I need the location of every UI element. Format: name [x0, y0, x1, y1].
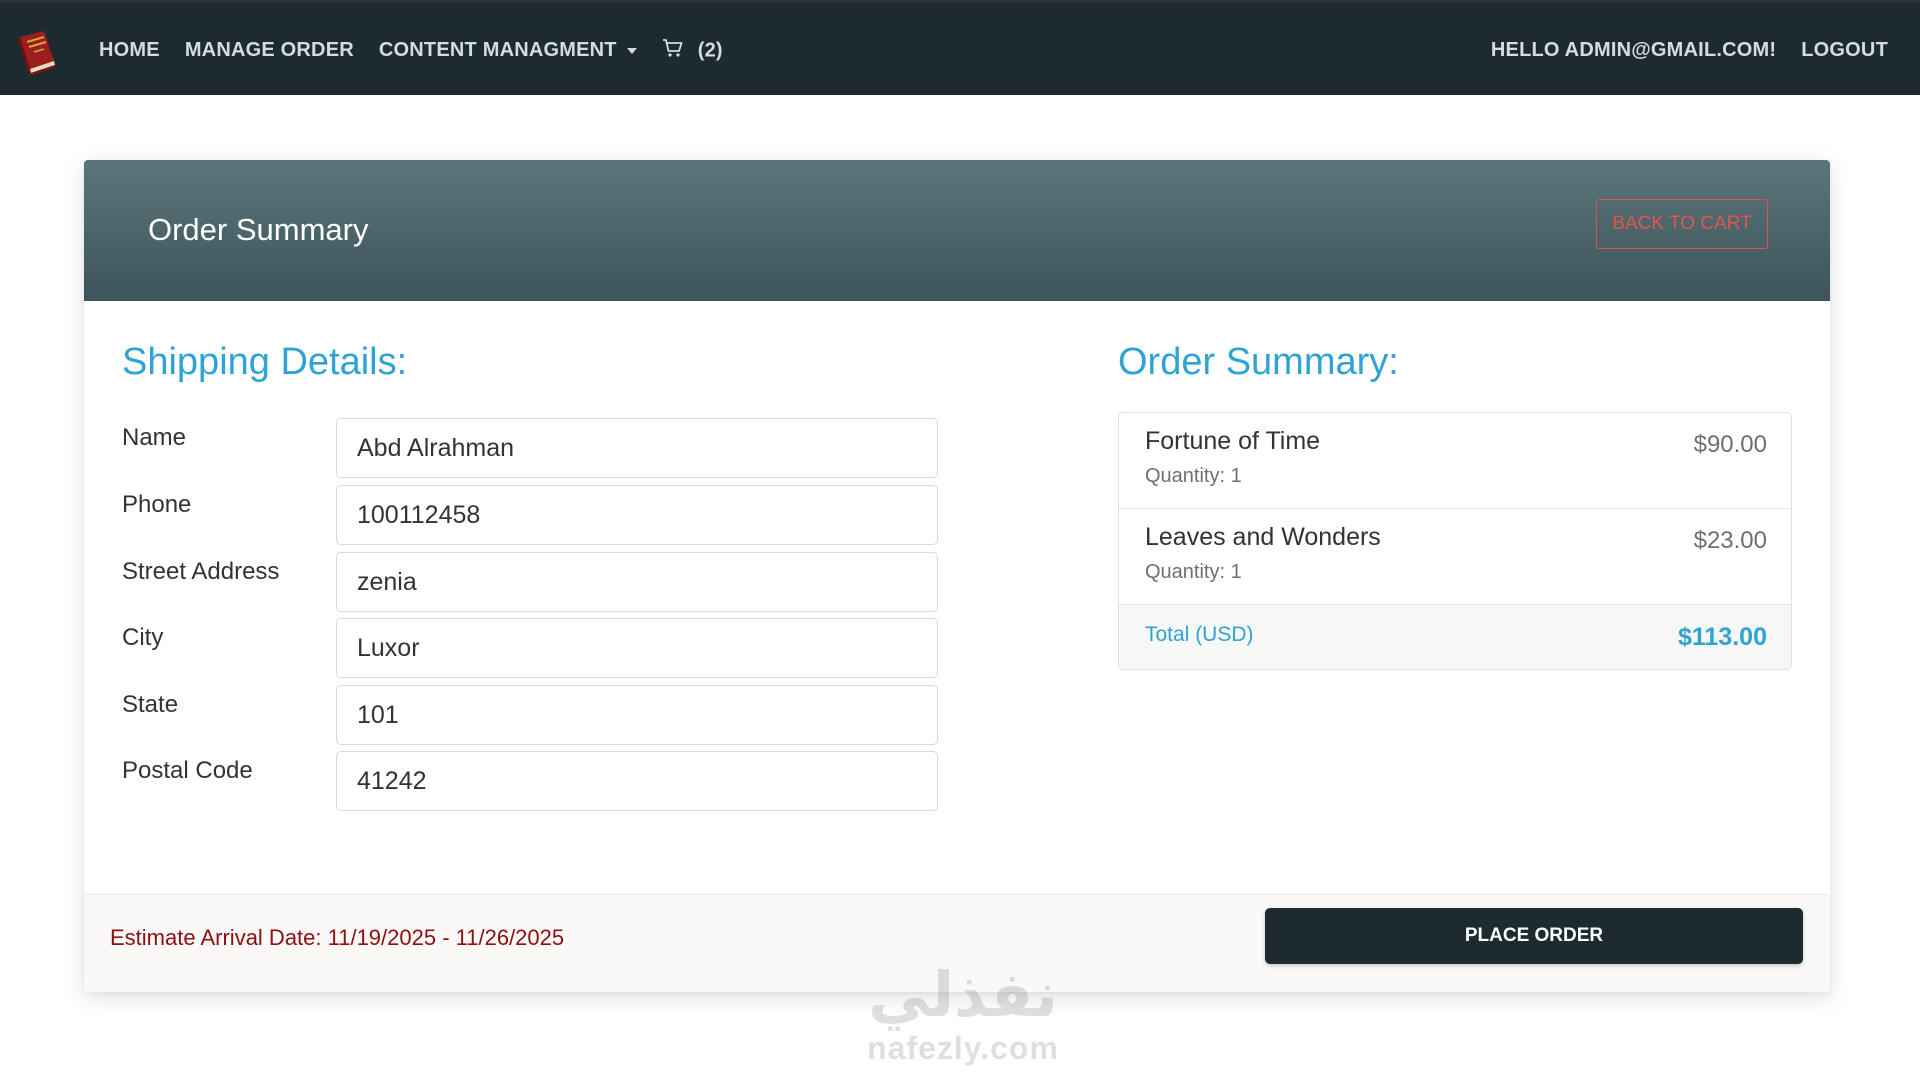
estimated-arrival-text: Estimate Arrival Date: 11/19/2025 - 11/2…: [110, 925, 565, 950]
content-management-label: CONTENT MANAGMENT: [378, 39, 617, 61]
watermark-arabic: نفذلي: [868, 961, 1058, 1030]
item-price: $90.00: [1693, 431, 1767, 458]
cart-icon: [662, 38, 684, 64]
street-address-input[interactable]: [336, 552, 938, 612]
state-label: State: [122, 691, 179, 718]
postal-code-label: Postal Code: [122, 757, 253, 784]
nav-manage-order-link[interactable]: MANAGE ORDER: [185, 39, 354, 62]
city-label: City: [122, 624, 164, 651]
phone-input[interactable]: [336, 485, 938, 545]
item-quantity: Quantity: 1: [1145, 465, 1242, 487]
item-name: Fortune of Time: [1145, 427, 1321, 455]
phone-label: Phone: [122, 491, 192, 518]
shipping-details-heading: Shipping Details:: [122, 341, 408, 383]
card-title: Order Summary: [148, 212, 369, 247]
nav-cart-link[interactable]: (2): [662, 38, 723, 64]
user-greeting[interactable]: HELLO ADMIN@GMAIL.COM!: [1491, 39, 1776, 62]
item-name: Leaves and Wonders: [1145, 523, 1381, 551]
list-item: Leaves and Wonders Quantity: 1 $23.00: [1119, 509, 1791, 605]
summary-total-row: Total (USD) $113.00: [1119, 605, 1791, 669]
state-input[interactable]: [336, 685, 938, 745]
cart-count: (2): [697, 38, 723, 61]
book-logo-icon[interactable]: [14, 27, 60, 77]
form-row-name: Name: [122, 418, 942, 478]
total-value: $113.00: [1678, 623, 1767, 651]
list-item: Fortune of Time Quantity: 1 $90.00: [1119, 413, 1791, 509]
name-label: Name: [122, 424, 187, 451]
item-price: $23.00: [1693, 527, 1767, 554]
form-row-state: State: [122, 685, 942, 745]
form-row-street: Street Address: [122, 552, 942, 612]
watermark-latin: nafezly.com: [867, 1030, 1059, 1066]
top-navbar: HOME MANAGE ORDER CONTENT MANAGMENT (2) …: [0, 0, 1920, 95]
logout-link[interactable]: LOGOUT: [1801, 39, 1888, 62]
watermark-logo: نفذلي nafezly.com: [838, 958, 1088, 1072]
form-row-postal: Postal Code: [122, 751, 942, 811]
card-header: Order Summary BACK TO CART: [84, 160, 1830, 301]
item-quantity: Quantity: 1: [1145, 561, 1242, 583]
form-row-city: City: [122, 618, 942, 678]
place-order-button[interactable]: PLACE ORDER: [1265, 908, 1803, 964]
postal-code-input[interactable]: [336, 751, 938, 811]
order-summary-card: Order Summary BACK TO CART Shipping Deta…: [84, 160, 1830, 992]
name-input[interactable]: [336, 418, 938, 478]
nav-home-link[interactable]: HOME: [99, 39, 160, 62]
order-summary-list: Fortune of Time Quantity: 1 $90.00 Leave…: [1118, 412, 1792, 670]
total-label: Total (USD): [1145, 623, 1254, 646]
back-to-cart-button[interactable]: BACK TO CART: [1596, 199, 1768, 249]
city-input[interactable]: [336, 618, 938, 678]
order-summary-heading: Order Summary:: [1118, 341, 1399, 383]
caret-down-icon: [626, 47, 637, 54]
nav-content-management-dropdown[interactable]: CONTENT MANAGMENT: [379, 39, 637, 62]
street-address-label: Street Address: [122, 558, 280, 585]
form-row-phone: Phone: [122, 485, 942, 545]
